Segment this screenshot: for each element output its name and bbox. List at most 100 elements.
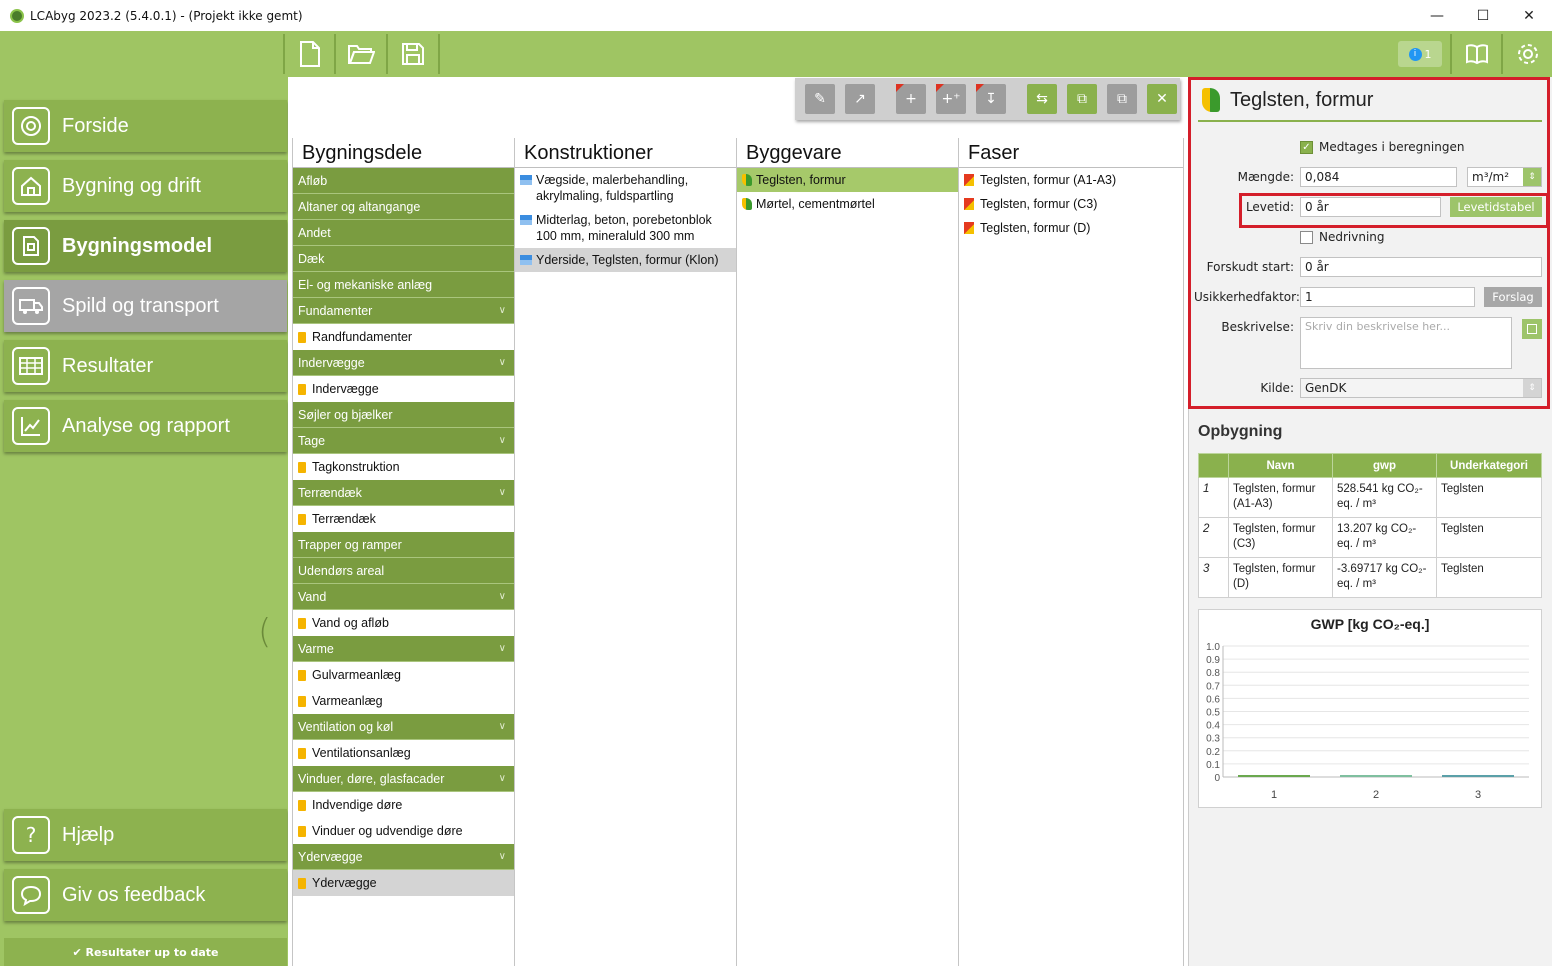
- demolition-checkbox[interactable]: [1300, 231, 1313, 244]
- uncertainty-input[interactable]: 1: [1300, 287, 1475, 307]
- delete-button[interactable]: ✕: [1147, 84, 1177, 114]
- bygningsdel-category[interactable]: Fundamenter ∨: [293, 298, 514, 324]
- nav-bygning-og-drift[interactable]: Bygning og drift: [4, 160, 287, 212]
- folder-marker-icon: [298, 617, 306, 629]
- nav-resultater[interactable]: Resultater: [4, 340, 287, 392]
- fase-item[interactable]: Teglsten, formur (D): [959, 216, 1183, 240]
- chevron-down-icon[interactable]: ∨: [499, 591, 506, 602]
- konstruktion-item[interactable]: Vægside, malerbehandling, akrylmaling, f…: [515, 168, 736, 208]
- table-icon: [12, 347, 50, 385]
- new-file-button[interactable]: [285, 31, 335, 77]
- byggevare-item[interactable]: Mørtel, cementmørtel: [737, 192, 958, 216]
- konstruktion-item[interactable]: Midterlag, beton, porebetonblok 100 mm, …: [515, 208, 736, 248]
- plus-icon: +: [905, 91, 917, 107]
- bygningsdel-category[interactable]: Andet: [293, 220, 514, 246]
- import-button[interactable]: ↧: [976, 84, 1006, 114]
- add-button[interactable]: +: [896, 84, 926, 114]
- nav-spild-og-transport[interactable]: Spild og transport: [4, 280, 287, 332]
- bygningsdel-category[interactable]: Dæk: [293, 246, 514, 272]
- bygningsdel-item[interactable]: Vand og afløb: [293, 610, 514, 636]
- bygningsdel-item[interactable]: Varmeanlæg: [293, 688, 514, 714]
- source-select[interactable]: GenDK ⇕: [1300, 378, 1542, 398]
- bygningsdel-category[interactable]: Varme ∨: [293, 636, 514, 662]
- bygningsdel-item[interactable]: Terrændæk: [293, 506, 514, 532]
- bygningsdel-category[interactable]: Ventilation og køl ∨: [293, 714, 514, 740]
- fase-item[interactable]: Teglsten, formur (A1-A3): [959, 168, 1183, 192]
- folder-marker-icon: [298, 747, 306, 759]
- model-document-icon: [12, 227, 50, 265]
- save-file-button[interactable]: [388, 31, 438, 77]
- chevron-down-icon[interactable]: ∨: [499, 721, 506, 732]
- delayed-start-input[interactable]: 0 år: [1300, 257, 1542, 277]
- edit-button[interactable]: ✎: [805, 84, 835, 114]
- unit-select[interactable]: m³/m² ⇕: [1467, 167, 1542, 187]
- row-underkategori: Teglsten: [1436, 557, 1542, 598]
- chevron-down-icon[interactable]: ∨: [499, 773, 506, 784]
- bygningsdel-category[interactable]: Vand ∨: [293, 584, 514, 610]
- bygningsdel-category[interactable]: Altaner og altangange: [293, 194, 514, 220]
- bygningsdel-item[interactable]: Gulvarmeanlæg: [293, 662, 514, 688]
- bygningsdel-category[interactable]: Tage ∨: [293, 428, 514, 454]
- toolbar-divider: [438, 34, 440, 74]
- bygningsdel-label: Indervægge: [312, 382, 379, 396]
- nav-analyse-og-rapport[interactable]: Analyse og rapport: [4, 400, 287, 452]
- nav-bygningsmodel[interactable]: Bygningsmodel: [4, 220, 287, 272]
- nav-forside[interactable]: Forside: [4, 100, 287, 152]
- open-external-button[interactable]: ↗: [845, 84, 875, 114]
- suggestion-button[interactable]: Forslag: [1484, 287, 1542, 307]
- collapse-sidebar-handle[interactable]: (: [258, 612, 271, 652]
- copy-button[interactable]: ⧉: [1067, 84, 1097, 114]
- bygningsdel-category[interactable]: El- og mekaniske anlæg: [293, 272, 514, 298]
- table-row[interactable]: 3 Teglsten, formur (D) -3.69717 kg CO₂-e…: [1198, 557, 1542, 598]
- bygningsdel-item[interactable]: Indervægge: [293, 376, 514, 402]
- minimize-button[interactable]: —: [1414, 0, 1460, 31]
- maximize-button[interactable]: ☐: [1460, 0, 1506, 31]
- chevron-down-icon[interactable]: ∨: [499, 487, 506, 498]
- lifetime-table-button[interactable]: Levetidstabel: [1450, 197, 1542, 217]
- bygningsdel-category[interactable]: Ydervægge ∨: [293, 844, 514, 870]
- fase-item[interactable]: Teglsten, formur (C3): [959, 192, 1183, 216]
- duplicate-button[interactable]: ⧉: [1107, 84, 1137, 114]
- settings-button[interactable]: [1503, 31, 1552, 77]
- index-column-header: [1198, 453, 1229, 478]
- bygningsdel-category[interactable]: Trapper og ramper: [293, 532, 514, 558]
- konstruktion-label: Midterlag, beton, porebetonblok 100 mm, …: [536, 213, 712, 243]
- bygningsdel-item[interactable]: Vinduer og udvendige døre: [293, 818, 514, 844]
- chevron-down-icon[interactable]: ∨: [499, 435, 506, 446]
- bygningsdel-category[interactable]: Vinduer, døre, glasfacader ∨: [293, 766, 514, 792]
- bygningsdel-category[interactable]: Afløb: [293, 168, 514, 194]
- chevron-down-icon[interactable]: ∨: [499, 643, 506, 654]
- expand-description-button[interactable]: [1522, 319, 1542, 339]
- replace-button[interactable]: ⇆: [1027, 84, 1057, 114]
- description-textarea[interactable]: Skriv din beskrivelse her...: [1300, 317, 1512, 369]
- lifetime-input[interactable]: 0 år: [1300, 197, 1441, 217]
- bygningsdel-category[interactable]: Søjler og bjælker: [293, 402, 514, 428]
- bygningsdel-item[interactable]: Ventilationsanlæg: [293, 740, 514, 766]
- konstruktion-item[interactable]: Yderside, Teglsten, formur (Klon): [515, 248, 736, 272]
- chevron-down-icon[interactable]: ∨: [499, 305, 506, 316]
- chart-title: GWP [kg CO₂-eq.]: [1311, 616, 1430, 632]
- bygningsdel-item[interactable]: Randfundamenter: [293, 324, 514, 350]
- nav-feedback[interactable]: Giv os feedback: [4, 869, 287, 921]
- byggevare-item[interactable]: Teglsten, formur: [737, 168, 958, 192]
- bygningsdel-category[interactable]: Terrændæk ∨: [293, 480, 514, 506]
- bygningsdel-item[interactable]: Tagkonstruktion: [293, 454, 514, 480]
- manual-button[interactable]: [1452, 31, 1502, 77]
- open-file-button[interactable]: [336, 31, 386, 77]
- row-index: 3: [1198, 557, 1229, 598]
- chevron-down-icon[interactable]: ∨: [499, 851, 506, 862]
- close-window-button[interactable]: ✕: [1506, 0, 1552, 31]
- bygningsdel-label: Andet: [298, 225, 331, 240]
- chevron-down-icon[interactable]: ∨: [499, 357, 506, 368]
- table-row[interactable]: 2 Teglsten, formur (C3) 13.207 kg CO₂-eq…: [1198, 517, 1542, 558]
- nav-help[interactable]: ? Hjælp: [4, 809, 287, 861]
- bygningsdel-category[interactable]: Udendørs areal: [293, 558, 514, 584]
- table-row[interactable]: 1 Teglsten, formur (A1-A3) 528.541 kg CO…: [1198, 477, 1542, 518]
- bygningsdel-category[interactable]: Indervægge ∨: [293, 350, 514, 376]
- bygningsdel-item[interactable]: Indvendige døre: [293, 792, 514, 818]
- amount-input[interactable]: 0,084: [1300, 167, 1457, 187]
- add-multiple-button[interactable]: +⁺: [936, 84, 966, 114]
- include-checkbox[interactable]: ✓: [1300, 141, 1313, 154]
- notification-badge[interactable]: i 1: [1398, 41, 1442, 67]
- bygningsdel-item[interactable]: Ydervægge: [293, 870, 514, 896]
